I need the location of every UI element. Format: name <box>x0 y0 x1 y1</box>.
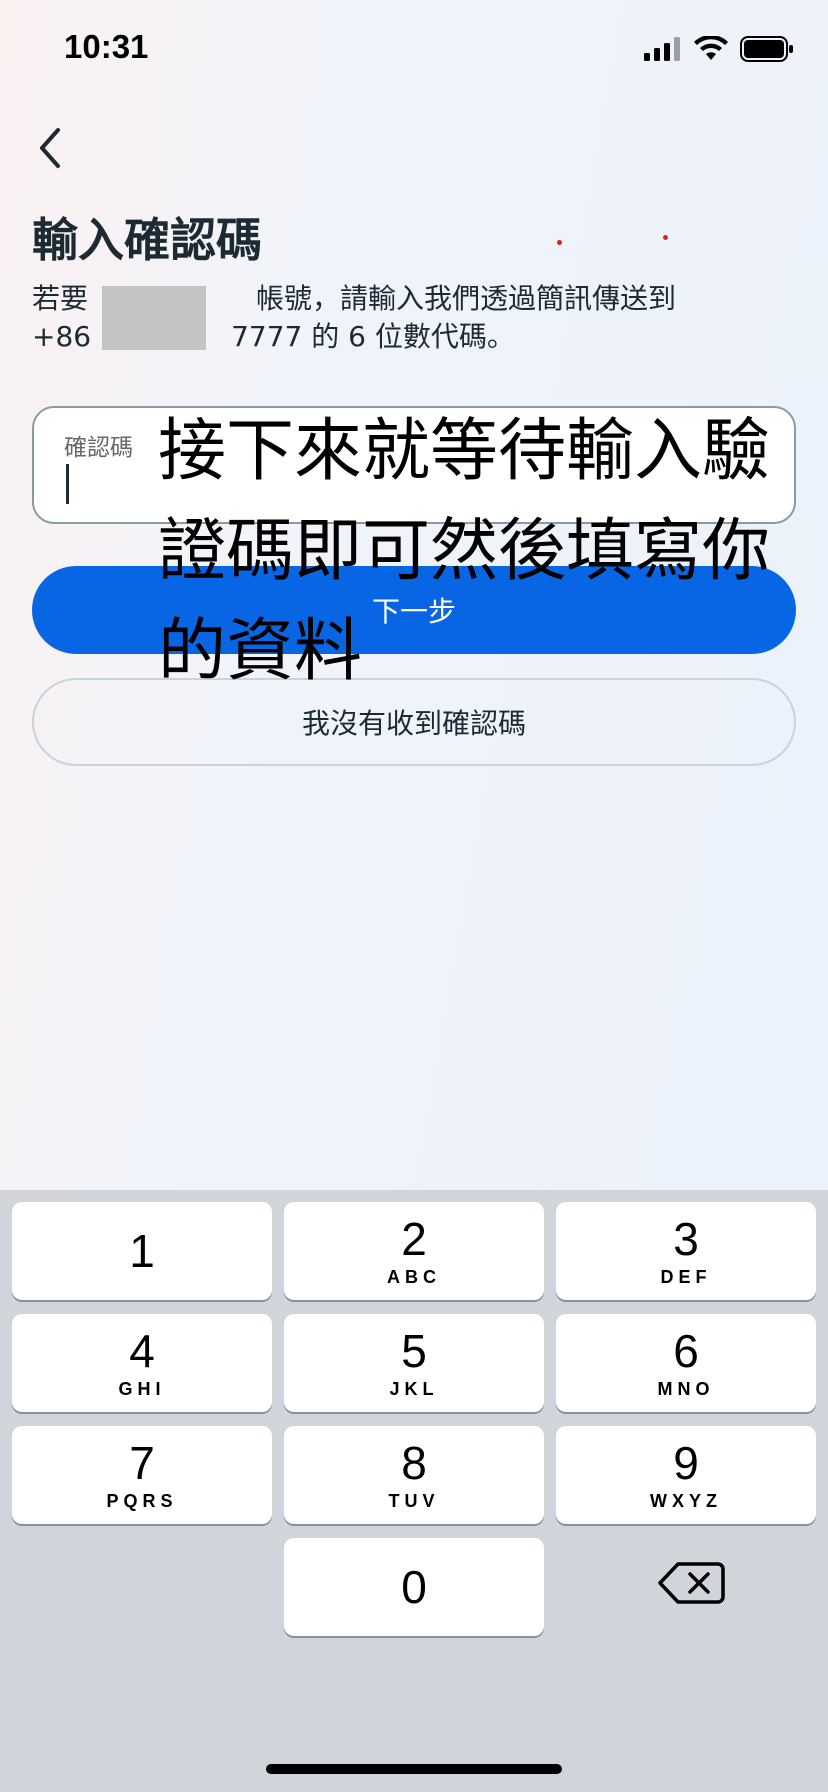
code-input-label: 確認碼 <box>64 435 133 461</box>
key-8[interactable]: 8 TUV <box>284 1426 544 1524</box>
key-letters: TUV <box>388 1490 440 1511</box>
key-5[interactable]: 5 JKL <box>284 1314 544 1412</box>
key-digit: 0 <box>401 1561 427 1613</box>
redaction-block <box>102 286 206 350</box>
key-digit: 1 <box>129 1225 155 1277</box>
cellular-signal-icon <box>644 37 680 61</box>
key-digit: 4 <box>129 1324 155 1377</box>
back-chevron-icon[interactable] <box>30 120 74 176</box>
confirmation-code-input[interactable]: 確認碼 <box>32 406 796 524</box>
wifi-icon <box>694 36 728 60</box>
status-time: 10:31 <box>64 28 149 65</box>
key-digit: 2 <box>401 1212 427 1265</box>
key-9[interactable]: 9 WXYZ <box>556 1426 816 1524</box>
next-button-label: 下一步 <box>371 595 456 628</box>
no-code-received-button[interactable]: 我沒有收到確認碼 <box>32 678 796 766</box>
key-letters: MNO <box>657 1378 715 1399</box>
no-code-button-label: 我沒有收到確認碼 <box>301 707 526 740</box>
key-digit: 7 <box>129 1436 155 1489</box>
home-indicator <box>266 1764 562 1774</box>
key-digit: 8 <box>401 1436 427 1489</box>
key-3[interactable]: 3 DEF <box>556 1202 816 1300</box>
key-letters: DEF <box>660 1266 712 1287</box>
key-letters: ABC <box>387 1266 441 1287</box>
key-letters: PQRS <box>106 1490 178 1511</box>
key-digit: 9 <box>673 1436 699 1489</box>
key-letters: GHI <box>118 1378 166 1399</box>
page-title: 輸入確認碼 <box>32 213 262 267</box>
red-dot <box>557 240 562 245</box>
key-7[interactable]: 7 PQRS <box>12 1426 272 1524</box>
key-1[interactable]: 1 <box>12 1202 272 1300</box>
battery-icon <box>740 36 793 62</box>
key-digit: 5 <box>401 1324 427 1377</box>
status-bar: 10:31 <box>0 0 828 100</box>
red-dot <box>663 235 668 240</box>
key-letters: WXYZ <box>650 1490 722 1511</box>
next-button[interactable]: 下一步 <box>32 566 796 654</box>
key-digit: 3 <box>673 1212 699 1265</box>
key-0[interactable]: 0 <box>284 1538 544 1636</box>
key-4[interactable]: 4 GHI <box>12 1314 272 1412</box>
key-digit: 6 <box>673 1324 699 1377</box>
key-6[interactable]: 6 MNO <box>556 1314 816 1412</box>
key-letters: JKL <box>389 1378 439 1399</box>
text-caret <box>66 464 69 504</box>
key-2[interactable]: 2 ABC <box>284 1202 544 1300</box>
backspace-icon[interactable] <box>656 1560 726 1606</box>
status-icons <box>644 36 794 62</box>
